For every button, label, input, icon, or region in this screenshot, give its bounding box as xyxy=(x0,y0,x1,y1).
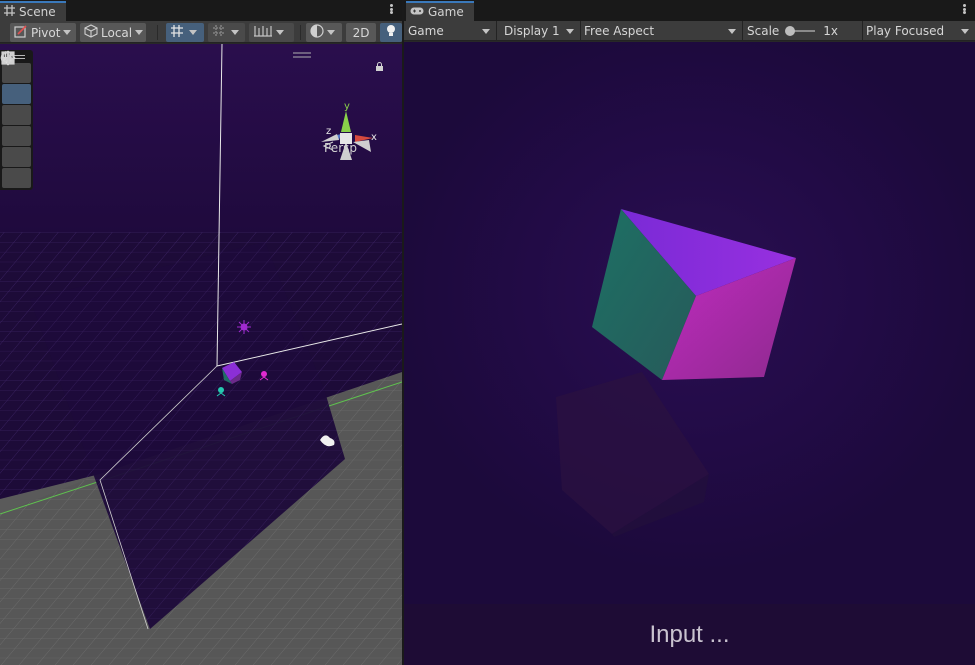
pivot-dropdown[interactable]: Pivot xyxy=(10,23,76,42)
game-more-icon[interactable] xyxy=(963,2,967,16)
tool-palette xyxy=(0,50,33,190)
toolbar-separator xyxy=(496,21,497,41)
chevron-down-icon xyxy=(482,29,490,34)
chevron-down-icon xyxy=(276,30,284,35)
grid-icon xyxy=(4,5,15,19)
play-mode-label: Play Focused xyxy=(866,24,945,38)
scale-control: Scale 1x xyxy=(743,21,863,41)
game-tabbar: Game xyxy=(404,0,975,21)
gizmo-y-label: y xyxy=(344,102,350,112)
shading-mode-dropdown[interactable] xyxy=(306,23,342,42)
tab-scene-label: Scene xyxy=(19,5,56,19)
lightbulb-icon xyxy=(385,24,397,41)
tab-scene[interactable]: Scene xyxy=(0,1,66,21)
display-label: Display 1 xyxy=(504,24,560,38)
local-dropdown[interactable]: Local xyxy=(80,23,146,42)
chevron-down-icon xyxy=(63,30,72,35)
input-bar: Input ... xyxy=(404,604,975,665)
rotate-tool[interactable] xyxy=(0,51,31,125)
orientation-gizmo[interactable]: y x z xyxy=(311,102,381,172)
ruler-icon xyxy=(253,24,273,41)
move-tool[interactable] xyxy=(0,50,31,104)
snap-increment-button[interactable] xyxy=(208,23,245,42)
play-mode-dropdown[interactable]: Play Focused xyxy=(862,21,975,41)
chevron-down-icon xyxy=(961,29,969,34)
transform-tool[interactable] xyxy=(1,51,31,188)
rect-tool[interactable] xyxy=(1,51,31,167)
snap-grid-icon xyxy=(212,24,228,41)
hand-tool[interactable] xyxy=(1,51,31,83)
pivot-label: Pivot xyxy=(31,25,61,40)
cube-icon xyxy=(84,24,98,41)
input-text: Input ... xyxy=(649,620,730,648)
scene-toolbar: Pivot Local 2D xyxy=(0,21,402,43)
view-mode-label: Game xyxy=(408,24,444,38)
scale-slider-knob[interactable] xyxy=(785,26,796,36)
chevron-down-icon xyxy=(189,30,197,35)
gizmo-x-label: x xyxy=(371,132,377,143)
toolbar-separator xyxy=(157,25,158,40)
game-panel: Game Game Display 1 Free Aspect Scale 1x… xyxy=(404,0,975,665)
increment-snap-button[interactable] xyxy=(249,23,294,42)
scene-panel: Scene Pivot Local 2D y x z Persp xyxy=(0,0,402,665)
scene-viewport[interactable]: y x z Persp xyxy=(0,44,402,665)
lighting-toggle[interactable] xyxy=(380,23,402,42)
display-dropdown[interactable]: Display 1 xyxy=(500,21,580,41)
sphere-icon xyxy=(310,24,324,41)
projection-toggle[interactable]: Persp xyxy=(322,141,357,155)
chevron-down-icon xyxy=(135,30,144,35)
chevron-down-icon xyxy=(231,30,239,35)
scene-more-icon[interactable] xyxy=(390,2,394,16)
scale-tool[interactable] xyxy=(1,51,31,146)
game-render xyxy=(556,209,796,537)
aspect-dropdown[interactable]: Free Aspect xyxy=(580,21,742,41)
game-viewport[interactable]: Input ... xyxy=(404,42,975,665)
game-toolbar: Game Display 1 Free Aspect Scale 1x Play xyxy=(404,21,975,41)
gamepad-icon xyxy=(410,5,424,19)
grid-snap-button[interactable] xyxy=(166,23,204,42)
chevron-down-icon xyxy=(728,29,736,34)
unity-editor: Scene Pivot Local 2D y x z Persp Game Ga… xyxy=(0,0,975,665)
chevron-down-icon xyxy=(566,29,574,34)
pivot-icon xyxy=(14,24,28,41)
view-mode-dropdown[interactable]: Game xyxy=(404,21,496,41)
tab-game-label: Game xyxy=(428,5,464,19)
scene-tabbar: Scene xyxy=(0,0,402,21)
mode-2d-label: 2D xyxy=(352,25,370,40)
chevron-down-icon xyxy=(327,30,335,35)
scale-slider[interactable] xyxy=(785,26,816,36)
tab-game[interactable]: Game xyxy=(406,1,474,21)
grid-snap-icon xyxy=(170,24,186,41)
aspect-label: Free Aspect xyxy=(584,24,655,38)
toolbar-separator xyxy=(300,25,301,40)
local-label: Local xyxy=(101,25,133,40)
gizmo-z-label: z xyxy=(326,126,331,137)
scale-label: Scale xyxy=(747,24,780,38)
scale-value: 1x xyxy=(823,24,839,38)
mode-2d-button[interactable]: 2D xyxy=(346,23,376,42)
